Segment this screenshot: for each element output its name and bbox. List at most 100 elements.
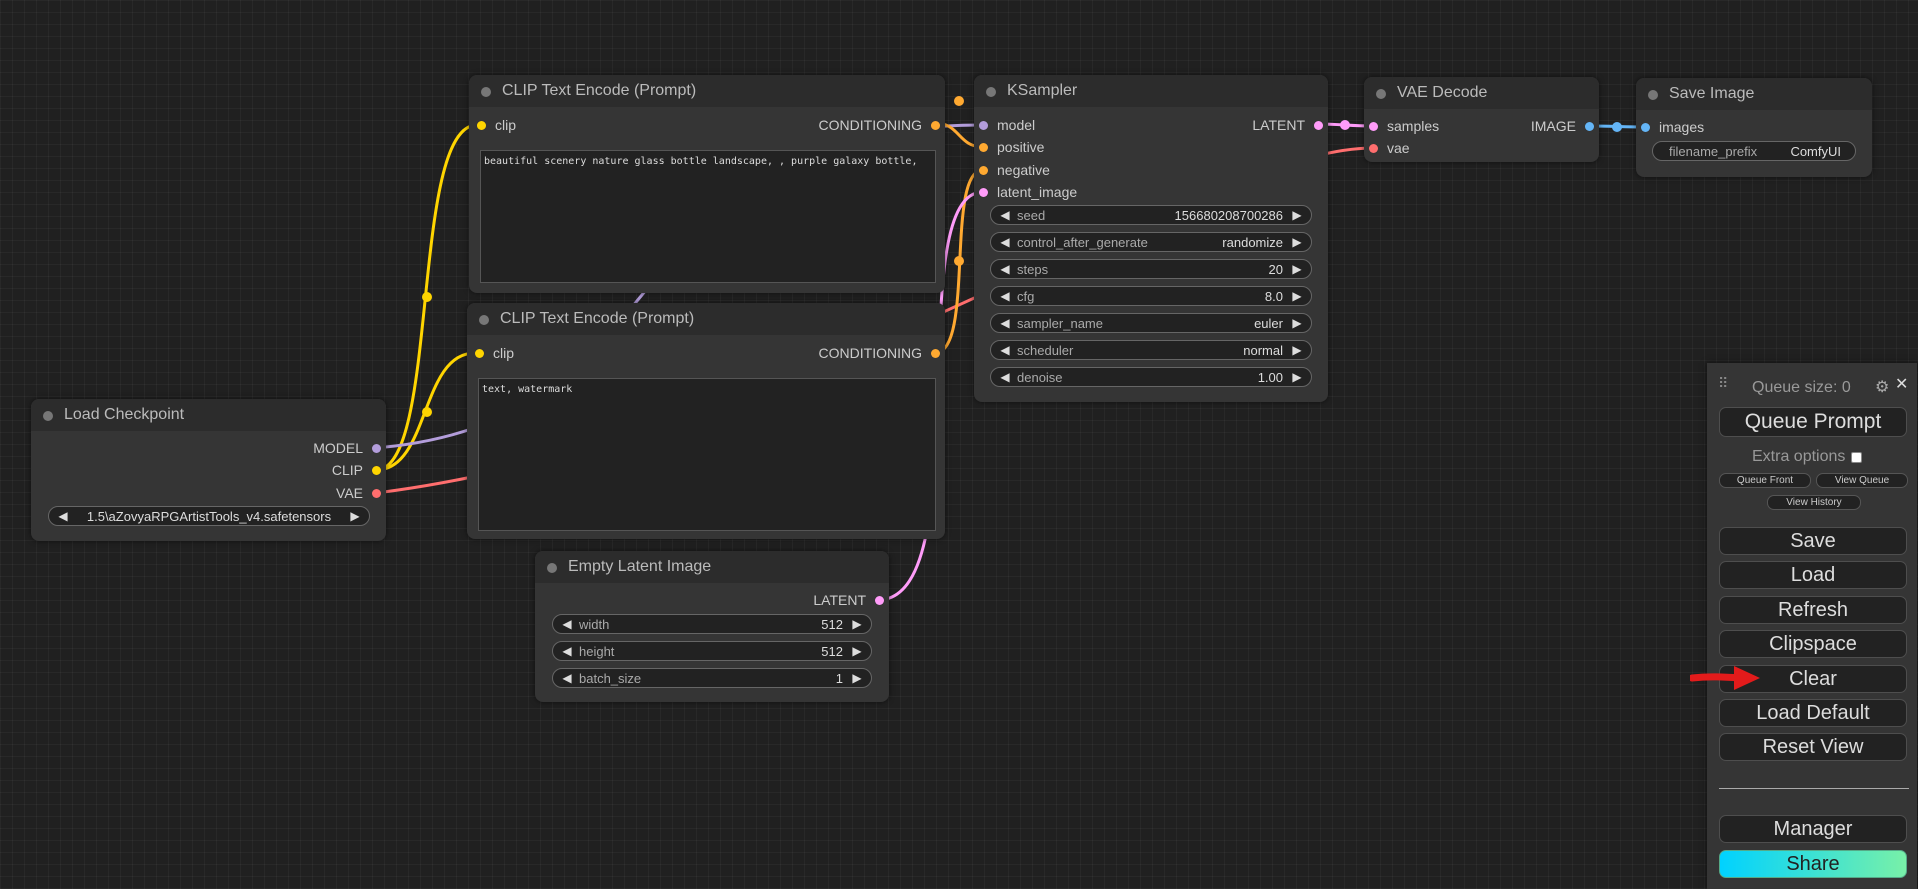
output-pin[interactable] xyxy=(931,348,940,358)
arrow-left-icon[interactable]: ◀ xyxy=(999,370,1011,384)
output-model[interactable]: MODEL xyxy=(313,439,381,457)
arrow-right-icon[interactable]: ▶ xyxy=(851,671,863,685)
arrow-right-icon[interactable]: ▶ xyxy=(1291,262,1303,276)
steps-widget[interactable]: ◀ steps 20 ▶ xyxy=(990,259,1312,279)
input-latent-image[interactable]: latent_image xyxy=(979,183,1077,201)
arrow-right-icon[interactable]: ▶ xyxy=(851,644,863,658)
arrow-left-icon[interactable]: ◀ xyxy=(999,343,1011,357)
view-history-button[interactable]: View History xyxy=(1767,495,1861,510)
drag-handle-icon[interactable]: ⠿ xyxy=(1718,375,1728,392)
node-title-bar[interactable]: KSampler xyxy=(974,75,1328,107)
node-collapse-dot[interactable] xyxy=(1648,90,1658,100)
refresh-button[interactable]: Refresh xyxy=(1719,596,1907,624)
node-empty-latent-image[interactable]: Empty Latent Image LATENT ◀ width 512 ▶ … xyxy=(535,551,889,702)
close-icon[interactable]: ✕ xyxy=(1895,374,1908,394)
output-latent[interactable]: LATENT xyxy=(1252,116,1323,134)
input-clip[interactable]: clip xyxy=(475,344,514,362)
output-conditioning[interactable]: CONDITIONING xyxy=(819,116,940,134)
output-pin[interactable] xyxy=(372,443,381,453)
input-pin[interactable] xyxy=(1641,122,1650,132)
arrow-right-icon[interactable]: ▶ xyxy=(1291,370,1303,384)
cfg-widget[interactable]: ◀ cfg 8.0 ▶ xyxy=(990,286,1312,306)
input-pin[interactable] xyxy=(979,142,988,152)
manager-button[interactable]: Manager xyxy=(1719,815,1907,843)
input-pin[interactable] xyxy=(979,165,988,175)
output-image[interactable]: IMAGE xyxy=(1531,117,1594,135)
load-default-button[interactable]: Load Default xyxy=(1719,699,1907,727)
input-pin[interactable] xyxy=(979,187,988,197)
arrow-left-icon[interactable]: ◀ xyxy=(561,617,573,631)
reset-view-button[interactable]: Reset View xyxy=(1719,733,1907,761)
width-widget[interactable]: ◀ width 512 ▶ xyxy=(552,614,872,634)
view-queue-button[interactable]: View Queue xyxy=(1816,473,1908,488)
arrow-right-icon[interactable]: ▶ xyxy=(349,509,361,523)
seed-widget[interactable]: ◀ seed 156680208700286 ▶ xyxy=(990,205,1312,225)
node-collapse-dot[interactable] xyxy=(481,87,491,97)
extra-options-toggle[interactable]: Extra options xyxy=(1752,448,1863,466)
node-title-bar[interactable]: Save Image xyxy=(1636,78,1872,110)
arrow-left-icon[interactable]: ◀ xyxy=(999,208,1011,222)
arrow-right-icon[interactable]: ▶ xyxy=(1291,208,1303,222)
control-after-generate-widget[interactable]: ◀ control_after_generate randomize ▶ xyxy=(990,232,1312,252)
comfy-menu-panel[interactable]: ⠿ Queue size: 0 ⚙ ✕ Queue Prompt Extra o… xyxy=(1707,363,1917,889)
sampler-name-widget[interactable]: ◀ sampler_name euler ▶ xyxy=(990,313,1312,333)
input-pin[interactable] xyxy=(1369,143,1378,153)
node-save-image[interactable]: Save Image images filename_prefix ComfyU… xyxy=(1636,78,1872,177)
arrow-left-icon[interactable]: ◀ xyxy=(57,509,69,523)
node-title-bar[interactable]: CLIP Text Encode (Prompt) xyxy=(467,303,945,335)
arrow-left-icon[interactable]: ◀ xyxy=(561,671,573,685)
output-pin[interactable] xyxy=(875,595,884,605)
ckpt-name-combo[interactable]: ◀ 1.5\aZovyaRPGArtistTools_v4.safetensor… xyxy=(48,506,370,526)
output-pin[interactable] xyxy=(931,120,940,130)
gear-icon[interactable]: ⚙ xyxy=(1875,377,1889,397)
node-vae-decode[interactable]: VAE Decode samples vae IMAGE xyxy=(1364,77,1599,162)
output-clip[interactable]: CLIP xyxy=(332,461,381,479)
node-clip-text-encode-positive[interactable]: CLIP Text Encode (Prompt) clip CONDITION… xyxy=(469,75,945,293)
batch-size-widget[interactable]: ◀ batch_size 1 ▶ xyxy=(552,668,872,688)
queue-prompt-button[interactable]: Queue Prompt xyxy=(1719,407,1907,437)
arrow-right-icon[interactable]: ▶ xyxy=(1291,343,1303,357)
arrow-right-icon[interactable]: ▶ xyxy=(1291,235,1303,249)
height-widget[interactable]: ◀ height 512 ▶ xyxy=(552,641,872,661)
node-load-checkpoint[interactable]: Load Checkpoint MODEL CLIP VAE ◀ 1.5\aZo… xyxy=(31,399,386,541)
input-pin[interactable] xyxy=(477,120,486,130)
filename-prefix-widget[interactable]: filename_prefix ComfyUI xyxy=(1652,141,1856,161)
denoise-widget[interactable]: ◀ denoise 1.00 ▶ xyxy=(990,367,1312,387)
arrow-left-icon[interactable]: ◀ xyxy=(561,644,573,658)
arrow-left-icon[interactable]: ◀ xyxy=(999,262,1011,276)
node-ksampler[interactable]: KSampler model positive negative latent_… xyxy=(974,75,1328,402)
input-positive[interactable]: positive xyxy=(979,138,1044,156)
node-collapse-dot[interactable] xyxy=(1376,89,1386,99)
share-button[interactable]: Share xyxy=(1719,850,1907,878)
node-title-bar[interactable]: CLIP Text Encode (Prompt) xyxy=(469,75,945,107)
node-title-bar[interactable]: Empty Latent Image xyxy=(535,551,889,583)
input-negative[interactable]: negative xyxy=(979,161,1050,179)
arrow-right-icon[interactable]: ▶ xyxy=(1291,289,1303,303)
input-model[interactable]: model xyxy=(979,116,1035,134)
arrow-left-icon[interactable]: ◀ xyxy=(999,235,1011,249)
arrow-left-icon[interactable]: ◀ xyxy=(999,316,1011,330)
node-clip-text-encode-negative[interactable]: CLIP Text Encode (Prompt) clip CONDITION… xyxy=(467,303,945,539)
node-collapse-dot[interactable] xyxy=(547,563,557,573)
node-collapse-dot[interactable] xyxy=(986,87,996,97)
node-collapse-dot[interactable] xyxy=(479,315,489,325)
prompt-textarea[interactable]: beautiful scenery nature glass bottle la… xyxy=(480,150,936,283)
extra-options-checkbox[interactable] xyxy=(1851,451,1863,463)
output-pin[interactable] xyxy=(372,465,381,475)
queue-front-button[interactable]: Queue Front xyxy=(1719,473,1811,488)
output-pin[interactable] xyxy=(1585,121,1594,131)
output-conditioning[interactable]: CONDITIONING xyxy=(819,344,940,362)
input-pin[interactable] xyxy=(979,120,988,130)
scheduler-widget[interactable]: ◀ scheduler normal ▶ xyxy=(990,340,1312,360)
input-pin[interactable] xyxy=(475,348,484,358)
node-title-bar[interactable]: Load Checkpoint xyxy=(31,399,386,431)
save-button[interactable]: Save xyxy=(1719,527,1907,555)
input-samples[interactable]: samples xyxy=(1369,117,1439,135)
prompt-textarea[interactable]: text, watermark xyxy=(478,378,936,531)
output-latent[interactable]: LATENT xyxy=(813,591,884,609)
input-pin[interactable] xyxy=(1369,121,1378,131)
load-button[interactable]: Load xyxy=(1719,561,1907,589)
arrow-right-icon[interactable]: ▶ xyxy=(851,617,863,631)
output-vae[interactable]: VAE xyxy=(336,484,381,502)
input-vae[interactable]: vae xyxy=(1369,139,1410,157)
